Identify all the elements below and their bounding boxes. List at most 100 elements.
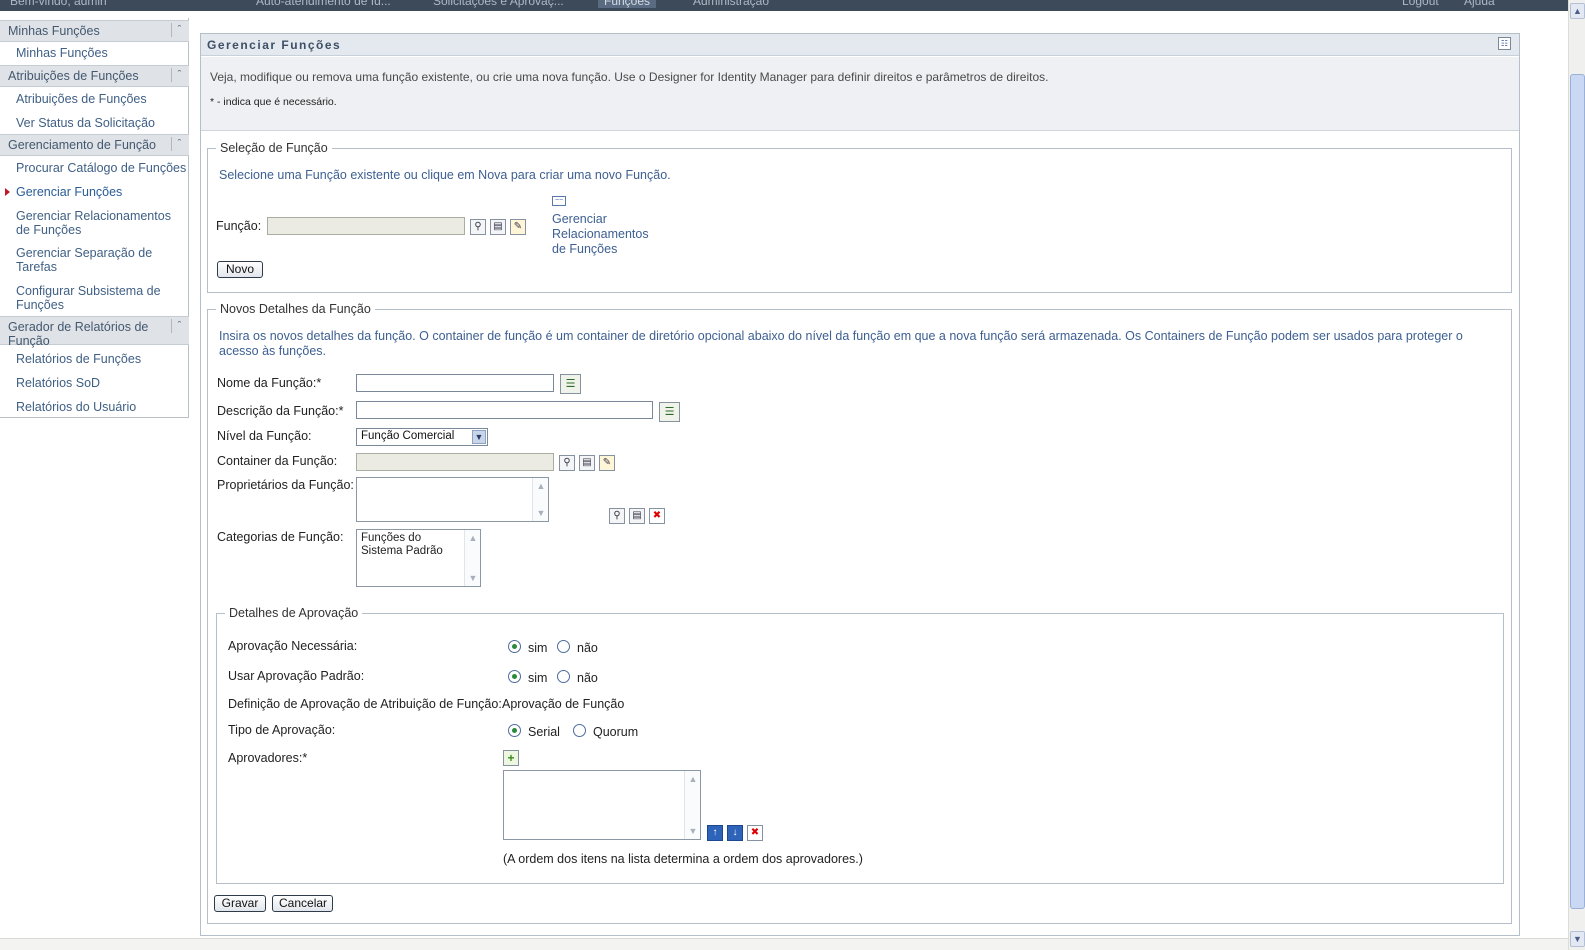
collapse-icon[interactable]: ˆ	[171, 68, 187, 82]
scroll-down-icon[interactable]: ▼	[533, 505, 549, 521]
list-scrollbar[interactable]: ▲ ▼	[684, 771, 700, 839]
role-container-input[interactable]	[356, 453, 554, 471]
move-up-icon[interactable]: ↑	[707, 825, 723, 841]
sidebar-section-my-roles[interactable]: Minhas Funções ˆ	[0, 20, 189, 42]
sidebar-item-my-roles[interactable]: Minhas Funções	[16, 46, 188, 60]
search-icon[interactable]: ⚲	[470, 219, 486, 235]
dropdown-arrow-icon[interactable]: ▼	[472, 430, 486, 444]
move-down-icon[interactable]: ↓	[727, 825, 743, 841]
panel-header: Gerenciar Funções	[201, 34, 1519, 56]
scroll-up-icon[interactable]: ▲	[533, 478, 549, 494]
tab-self-service[interactable]: Auto-atendimento de Id...	[256, 0, 391, 8]
role-input[interactable]	[267, 217, 465, 235]
delete-icon[interactable]: ✖	[747, 825, 763, 841]
scroll-up-icon[interactable]: ▲	[1570, 3, 1585, 19]
active-item-marker-icon	[5, 188, 10, 196]
search-icon[interactable]: ⚲	[609, 508, 625, 524]
sidebar-section-role-assignments[interactable]: Atribuições de Funções ˆ	[0, 65, 189, 87]
role-label: Função:	[216, 219, 262, 233]
scrollbar-thumb[interactable]	[1570, 74, 1585, 909]
approval-required-no-radio[interactable]	[557, 640, 570, 653]
tab-roles[interactable]: Funções	[598, 0, 657, 8]
default-approval-yes-radio[interactable]	[508, 670, 521, 683]
list-scrollbar[interactable]: ▲ ▼	[532, 478, 548, 521]
sidebar-item-configure-subsystem[interactable]: Configurar Subsistema de Funções	[16, 284, 176, 312]
sidebar-item-manage-roles[interactable]: Gerenciar Funções	[16, 185, 188, 199]
approval-definition-label: Definição de Aprovação de Atribuição de …	[228, 697, 502, 711]
default-approval-label: Usar Aprovação Padrão:	[228, 669, 365, 683]
approval-type-quorum-radio[interactable]	[573, 724, 586, 737]
sidebar-item-sod-reports[interactable]: Relatórios SoD	[16, 376, 188, 390]
search-icon[interactable]: ⚲	[559, 455, 575, 471]
collapse-icon[interactable]: ˆ	[171, 137, 187, 151]
approval-type-serial-radio[interactable]	[508, 724, 521, 737]
approval-required-yes-radio[interactable]	[508, 640, 521, 653]
category-item[interactable]: Funções do Sistema Padrão	[361, 532, 461, 558]
sidebar: Minhas Funções ˆ Minhas Funções Atribuiç…	[0, 18, 189, 418]
localize-icon[interactable]: ☰	[560, 374, 581, 394]
history-icon[interactable]: ▤	[629, 508, 645, 524]
page-title: Gerenciar Funções	[207, 38, 342, 52]
vertical-scrollbar[interactable]: ▲ ▼	[1568, 0, 1585, 950]
tab-requests-approvals[interactable]: Solicitações e Aprovaç...	[433, 0, 564, 8]
approvers-list[interactable]: ▲ ▼	[503, 770, 701, 840]
cancel-button[interactable]: Cancelar	[272, 895, 333, 912]
sidebar-item-browse-catalog[interactable]: Procurar Catálogo de Funções	[16, 161, 188, 175]
edit-icon[interactable]: ✎	[599, 455, 615, 471]
collapse-icon[interactable]: ˆ	[171, 319, 187, 333]
localize-icon[interactable]: ☰	[659, 402, 680, 422]
collapse-icon[interactable]: ˆ	[171, 23, 187, 37]
edit-icon[interactable]: ✎	[510, 219, 526, 235]
main-panel: Gerenciar Funções ☷ Veja, modifique ou r…	[200, 33, 1520, 936]
history-icon[interactable]: ▤	[579, 455, 595, 471]
role-selection-legend: Seleção de Função	[220, 141, 328, 155]
scroll-down-icon[interactable]: ▼	[685, 823, 701, 839]
sidebar-section-reporting[interactable]: Gerador de Relatórios de Função ˆ	[0, 316, 189, 348]
role-description-label: Descrição da Função:*	[217, 404, 344, 418]
scroll-down-icon[interactable]: ▼	[1570, 931, 1585, 947]
sidebar-item-manage-relationships[interactable]: Gerenciar Relacionamentos de Funções	[16, 209, 188, 237]
sidebar-section-title: Gerador de Relatórios de Função	[8, 320, 149, 348]
sidebar-item-user-reports[interactable]: Relatórios do Usuário	[16, 400, 188, 414]
default-approval-yes-label: sim	[528, 671, 548, 685]
default-approval-no-radio[interactable]	[557, 670, 570, 683]
approval-required-yes-label: sim	[528, 641, 548, 655]
approval-type-label: Tipo de Aprovação:	[228, 723, 336, 737]
role-owners-list[interactable]: ▲ ▼	[356, 477, 549, 522]
sidebar-item-request-status[interactable]: Ver Status da Solicitação	[16, 116, 188, 130]
new-button[interactable]: Novo	[217, 261, 263, 278]
role-name-input[interactable]	[356, 374, 554, 392]
sidebar-item-role-assignments[interactable]: Atribuições de Funções	[16, 92, 188, 106]
sidebar-item-role-reports[interactable]: Relatórios de Funções	[16, 352, 188, 366]
sidebar-section-title: Minhas Funções	[8, 24, 100, 38]
default-approval-no-label: não	[577, 671, 598, 685]
approval-details-legend: Detalhes de Aprovação	[229, 606, 359, 620]
intro-area: Veja, modifique ou remova uma função exi…	[201, 57, 1519, 131]
add-approver-icon[interactable]: +	[503, 750, 519, 766]
approvers-order-note: (A ordem dos itens na lista determina a …	[503, 852, 863, 866]
approval-type-quorum-label: Quorum	[593, 725, 639, 739]
role-description-input[interactable]	[356, 401, 653, 419]
history-icon[interactable]: ▤	[490, 219, 506, 235]
scroll-down-icon[interactable]: ▼	[465, 570, 481, 586]
role-level-label: Nível da Função:	[217, 429, 312, 443]
save-button[interactable]: Gravar	[214, 895, 266, 912]
list-scrollbar[interactable]: ▲ ▼	[464, 530, 480, 586]
sidebar-item-manage-sod[interactable]: Gerenciar Separação de Tarefas	[16, 246, 166, 274]
sidebar-section-role-management[interactable]: Gerenciamento de Função ˆ	[0, 134, 189, 156]
tab-administration[interactable]: Administração	[693, 0, 769, 8]
role-level-select[interactable]: Função Comercial ▼	[356, 428, 488, 446]
scroll-up-icon[interactable]: ▲	[465, 530, 481, 546]
panel-options-icon[interactable]: ☷	[1498, 37, 1511, 50]
scroll-up-icon[interactable]: ▲	[685, 771, 701, 787]
role-details-legend: Novos Detalhes da Função	[220, 302, 371, 316]
role-level-value: Função Comercial	[361, 430, 455, 442]
delete-icon[interactable]: ✖	[649, 508, 665, 524]
manage-relationships-link[interactable]: Gerenciar Relacionamentos de Funções	[552, 212, 662, 257]
sidebar-section-title: Gerenciamento de Função	[8, 138, 157, 152]
relationships-icon[interactable]: −−	[552, 196, 566, 206]
role-selection-instruction: Selecione uma Função existente ou clique…	[219, 168, 671, 182]
role-categories-list[interactable]: Funções do Sistema Padrão ▲ ▼	[356, 529, 481, 587]
logout-link[interactable]: Logout	[1402, 0, 1439, 8]
help-link[interactable]: Ajuda	[1464, 0, 1495, 8]
